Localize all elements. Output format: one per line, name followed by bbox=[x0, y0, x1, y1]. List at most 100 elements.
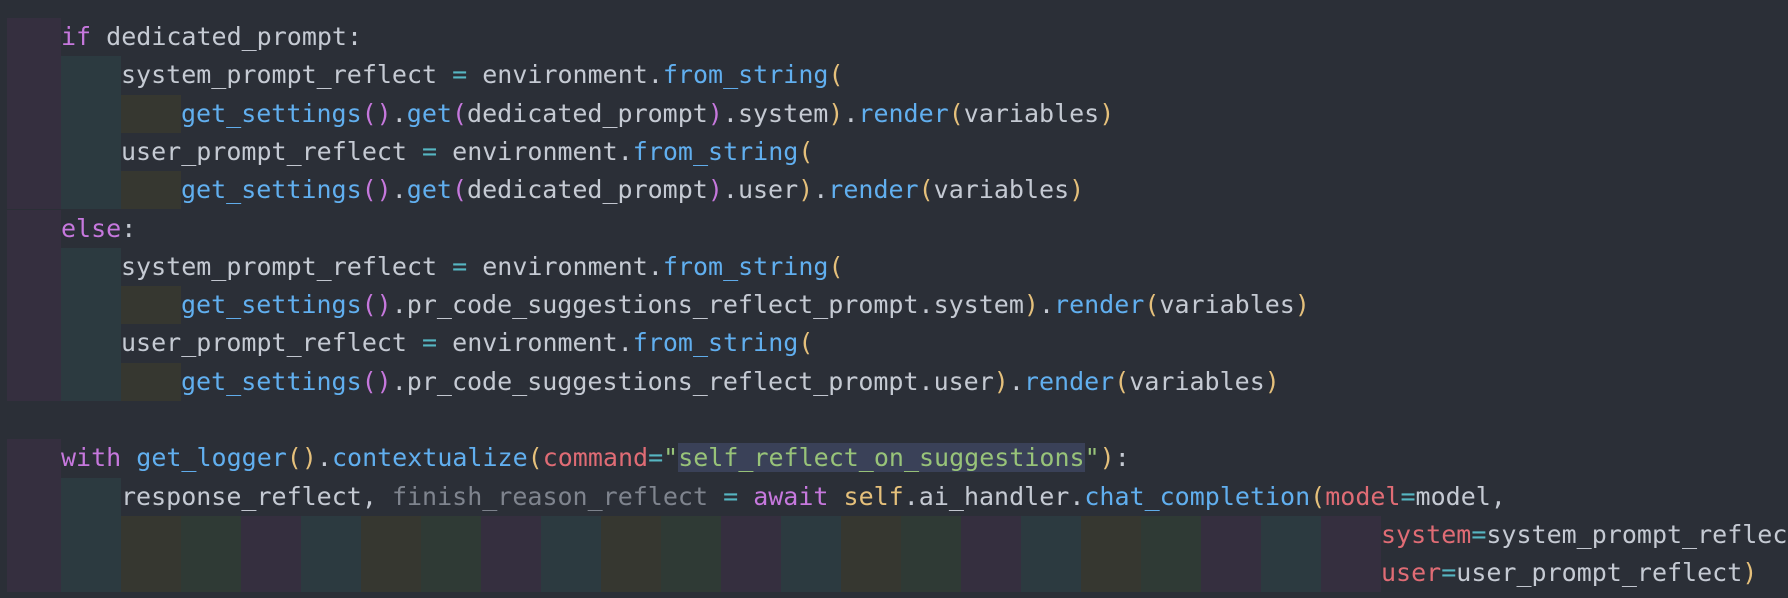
code-token: = bbox=[1400, 481, 1416, 511]
code-token: () bbox=[361, 175, 392, 205]
indent-guide-band bbox=[121, 171, 181, 210]
indent-guide-band bbox=[841, 554, 901, 593]
indent-guide-band bbox=[7, 362, 61, 401]
code-token: dedicated_prompt bbox=[467, 175, 708, 205]
code-token: variables bbox=[963, 98, 1100, 128]
code-token: get bbox=[406, 98, 452, 128]
code-token: .user bbox=[722, 175, 799, 205]
indent-guide-band bbox=[181, 554, 241, 593]
code-token: render bbox=[828, 175, 919, 205]
code-line[interactable]: get_settings().pr_code_suggestions_refle… bbox=[181, 363, 1280, 401]
code-line[interactable]: get_settings().get(dedicated_prompt).use… bbox=[181, 171, 1084, 209]
code-token: self bbox=[843, 481, 904, 511]
indent-guide-band bbox=[361, 515, 421, 555]
code-token: system_prompt_reflect, bbox=[1486, 519, 1788, 549]
indent-guide-band bbox=[7, 56, 61, 95]
code-line[interactable]: get_settings().pr_code_suggestions_refle… bbox=[181, 286, 1310, 324]
code-line[interactable]: if dedicated_prompt: bbox=[61, 18, 362, 56]
indent-guide-band bbox=[961, 554, 1021, 593]
code-token: ) bbox=[1069, 175, 1085, 205]
code-token: with bbox=[61, 443, 122, 473]
indent-guide-band bbox=[7, 477, 61, 516]
code-token: ( bbox=[451, 98, 468, 128]
code-token: system_prompt_reflect bbox=[121, 60, 453, 90]
code-token: ( bbox=[451, 175, 468, 205]
code-token: system_prompt_reflect bbox=[121, 251, 453, 281]
indent-guide-band bbox=[61, 477, 121, 516]
code-token: ) bbox=[707, 175, 723, 205]
indent-guide-band bbox=[601, 515, 661, 555]
code-token: " bbox=[1084, 443, 1100, 473]
code-token: ( bbox=[527, 443, 543, 473]
indent-guide-band bbox=[1201, 554, 1261, 593]
code-token: ( bbox=[828, 60, 844, 90]
indent-guide-band bbox=[1141, 554, 1201, 593]
indent-guide-band bbox=[481, 515, 541, 555]
code-token: get bbox=[406, 175, 452, 205]
code-line[interactable]: get_settings().get(dedicated_prompt).sys… bbox=[181, 95, 1114, 133]
code-token: : bbox=[1114, 443, 1130, 473]
code-line[interactable]: user_prompt_reflect = environment.from_s… bbox=[121, 324, 813, 362]
code-token: if bbox=[61, 22, 92, 51]
code-token: .system bbox=[722, 98, 829, 128]
indent-guide-band bbox=[901, 515, 961, 555]
code-token: = bbox=[723, 481, 739, 511]
code-token: .pr_code_suggestions_reflect_prompt.user bbox=[391, 366, 994, 396]
code-token: system bbox=[1381, 519, 1472, 549]
indent-guide-band bbox=[7, 554, 61, 593]
code-token: render bbox=[1023, 366, 1115, 396]
code-token: () bbox=[361, 366, 392, 396]
indent-guide-band bbox=[421, 554, 481, 593]
indent-guide-band bbox=[121, 362, 181, 401]
code-line[interactable]: user_prompt_reflect = environment.from_s… bbox=[121, 133, 813, 171]
code-token: get_settings bbox=[181, 98, 362, 128]
code-editor[interactable]: if dedicated_prompt: system_prompt_reflec… bbox=[0, 0, 1788, 598]
code-line[interactable]: response_reflect, finish_reason_reflect … bbox=[121, 478, 1506, 516]
code-line[interactable]: else: bbox=[61, 210, 136, 248]
indent-guide-band bbox=[1261, 554, 1321, 593]
indent-guide-band bbox=[121, 515, 181, 555]
indent-guide-band bbox=[61, 554, 121, 593]
indent-guide-band bbox=[7, 209, 61, 248]
code-token: environment. bbox=[437, 136, 633, 166]
code-line[interactable]: user=user_prompt_reflect) bbox=[1381, 554, 1757, 592]
indent-guide-band bbox=[301, 554, 361, 593]
indent-guide-band bbox=[961, 515, 1021, 555]
code-token: ( bbox=[1310, 481, 1326, 511]
code-token: = bbox=[648, 443, 664, 473]
code-line[interactable]: with get_logger().contextualize(command=… bbox=[61, 439, 1130, 477]
indent-guide-band bbox=[241, 554, 301, 593]
code-token: await bbox=[753, 481, 829, 511]
code-token: ) bbox=[993, 366, 1009, 396]
code-token: user_prompt_reflect bbox=[121, 328, 423, 358]
code-token: () bbox=[361, 290, 392, 320]
code-token: render bbox=[858, 98, 949, 128]
code-token: . bbox=[391, 175, 407, 205]
indent-guide-band bbox=[1201, 515, 1261, 555]
code-token: user_prompt_reflect bbox=[121, 136, 423, 166]
code-token: = bbox=[422, 328, 438, 358]
code-line[interactable]: system_prompt_reflect = environment.from… bbox=[121, 248, 844, 286]
indent-guide-band bbox=[61, 56, 121, 95]
code-token: variables bbox=[933, 175, 1070, 205]
code-token: variables bbox=[1159, 290, 1295, 320]
selected-text: self_reflect_on_suggestions bbox=[678, 443, 1085, 473]
indent-guide-band bbox=[61, 362, 121, 401]
code-token: .ai_handler. bbox=[903, 481, 1085, 511]
code-token: . bbox=[1038, 290, 1055, 320]
indent-guide-band bbox=[781, 554, 841, 593]
code-line[interactable]: system_prompt_reflect = environment.from… bbox=[121, 56, 844, 94]
code-token: user bbox=[1381, 558, 1442, 588]
code-line[interactable]: system=system_prompt_reflect, bbox=[1381, 516, 1788, 554]
code-token: ( bbox=[1144, 290, 1160, 320]
code-token: ( bbox=[798, 328, 814, 358]
indent-guide-band bbox=[1141, 515, 1201, 555]
code-token: get_settings bbox=[181, 366, 362, 396]
indent-guide-band bbox=[481, 554, 541, 593]
code-token: ( bbox=[1114, 366, 1130, 396]
code-token: get_settings bbox=[181, 175, 362, 205]
code-token: . bbox=[1008, 366, 1024, 396]
indent-guide-band bbox=[121, 286, 181, 325]
